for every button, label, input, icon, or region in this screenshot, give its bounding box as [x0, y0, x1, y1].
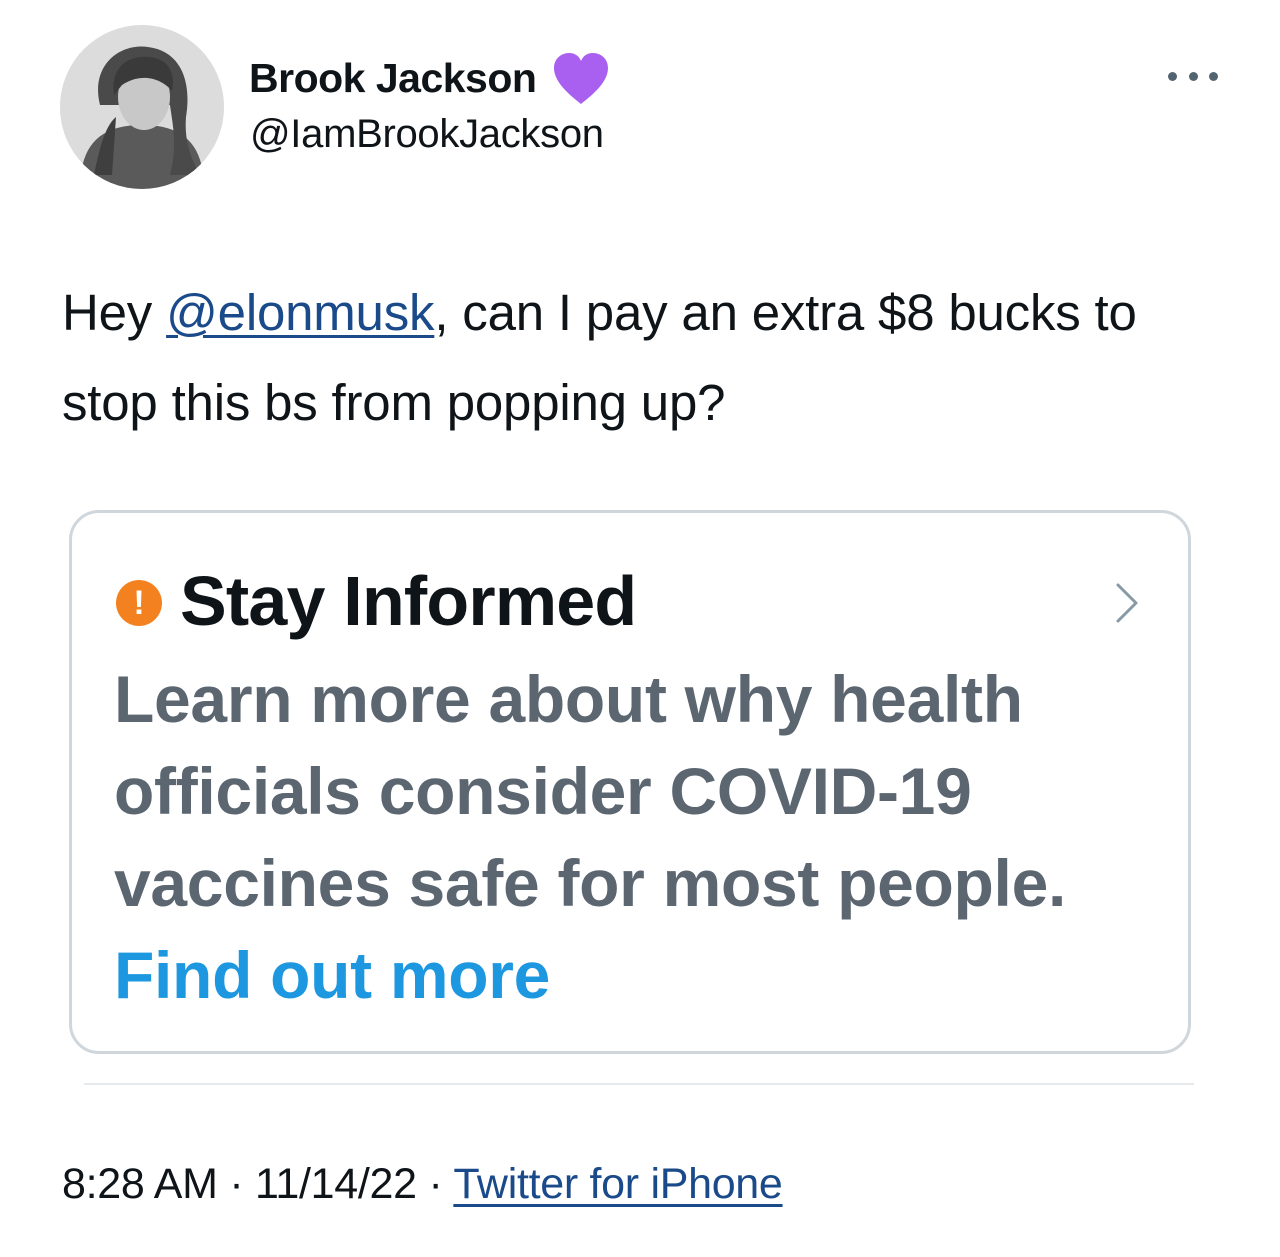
tweet-date[interactable]: 11/14/22	[255, 1160, 417, 1208]
card-header: ! Stay Informed	[116, 561, 637, 641]
divider	[84, 1083, 1194, 1085]
stay-informed-card[interactable]: ! Stay Informed Learn more about why hea…	[69, 510, 1191, 1054]
purple-heart-icon	[550, 50, 612, 106]
find-out-more-link[interactable]: Find out more	[114, 938, 550, 1012]
meta-separator: ·	[416, 1160, 454, 1208]
author-handle[interactable]: @IamBrookJackson	[250, 112, 604, 157]
tweet-meta: 8:28 AM · 11/14/22 · Twitter for iPhone	[62, 1160, 783, 1209]
card-body-text: Learn more about why health officials co…	[114, 662, 1067, 920]
tweet-text-start: Hey	[62, 284, 167, 341]
mention-link[interactable]: @elonmusk	[166, 284, 434, 341]
more-options-icon[interactable]	[1168, 64, 1218, 88]
source-link[interactable]: Twitter for iPhone	[453, 1160, 783, 1208]
chevron-right-icon[interactable]	[1114, 581, 1140, 625]
tweet-text: Hey @elonmusk, can I pay an extra $8 buc…	[62, 268, 1242, 448]
display-name[interactable]: Brook Jackson	[249, 55, 537, 102]
meta-separator: ·	[217, 1160, 255, 1208]
card-body: Learn more about why health officials co…	[114, 653, 1174, 1021]
tweet-time[interactable]: 8:28 AM	[62, 1160, 218, 1208]
alert-icon: !	[116, 580, 162, 626]
author-name-row: Brook Jackson	[249, 50, 612, 106]
card-title: Stay Informed	[180, 562, 637, 640]
profile-photo	[60, 25, 224, 189]
avatar[interactable]	[60, 25, 224, 189]
